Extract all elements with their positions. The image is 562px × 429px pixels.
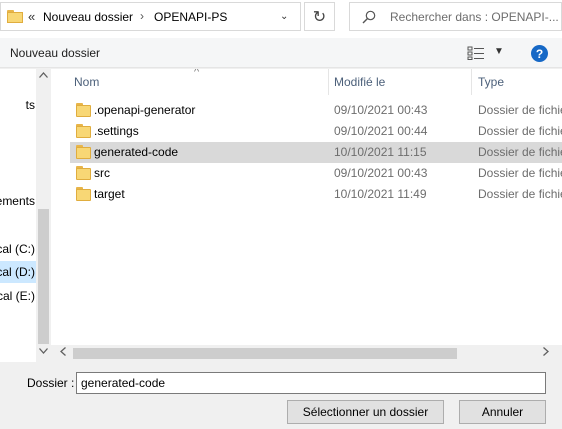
file-modified: 10/10/2021 11:49 [334, 187, 427, 201]
navigation-pane: ts ements cal (C:) cal (D:) cal (E:) [0, 69, 36, 362]
address-bar[interactable]: « Nouveau dossier › OPENAPI-PS ⌄ [0, 2, 301, 31]
horizontal-scrollbar-thumb[interactable] [73, 348, 457, 359]
column-header-type[interactable]: Type [478, 69, 504, 95]
file-type: Dossier de fichiers [478, 103, 562, 117]
list-item[interactable]: target 10/10/2021 11:49 Dossier de fichi… [70, 184, 562, 205]
nav-item-documents[interactable]: ts [0, 94, 36, 116]
nav-scrollbar-thumb[interactable] [38, 209, 49, 344]
file-name: .openapi-generator [94, 103, 196, 117]
list-item[interactable]: src 09/10/2021 00:43 Dossier de fichiers [70, 163, 562, 184]
view-options-icon[interactable] [467, 46, 485, 60]
file-name: target [94, 187, 125, 201]
file-modified: 09/10/2021 00:44 [334, 124, 428, 138]
sort-ascending-icon: ^ [194, 69, 200, 78]
breadcrumb-separator-icon[interactable]: › [140, 9, 144, 23]
breadcrumb-nouveau-dossier[interactable]: Nouveau dossier [43, 10, 133, 24]
horizontal-scrollbar[interactable] [51, 345, 562, 362]
list-item-selected[interactable]: generated-code 10/10/2021 11:15 Dossier … [70, 142, 562, 163]
address-row: « Nouveau dossier › OPENAPI-PS ⌄ ↻ Reche… [0, 0, 562, 38]
dialog-footer: Dossier : Sélectionner un dossier Annule… [0, 362, 562, 429]
folder-name-input[interactable] [76, 372, 546, 394]
folder-icon [76, 103, 91, 117]
column-divider[interactable] [471, 69, 472, 95]
folder-label: Dossier : [27, 376, 75, 390]
help-icon[interactable]: ? [531, 45, 548, 62]
overflow-chevron-icon[interactable]: « [28, 9, 35, 24]
folder-icon [76, 187, 91, 201]
column-divider[interactable] [328, 69, 329, 95]
file-name: .settings [94, 124, 139, 138]
folder-icon [76, 145, 91, 159]
nav-item-drive-d[interactable]: cal (D:) [0, 261, 36, 283]
scroll-up-icon[interactable] [39, 72, 48, 78]
file-modified: 09/10/2021 00:43 [334, 166, 428, 180]
refresh-icon: ↻ [312, 8, 327, 26]
file-type: Dossier de fichiers [478, 166, 562, 180]
folder-icon [7, 10, 23, 23]
address-dropdown-icon[interactable]: ⌄ [280, 11, 288, 22]
cancel-button[interactable]: Annuler [459, 400, 546, 424]
list-item[interactable]: .settings 09/10/2021 00:44 Dossier de fi… [70, 121, 562, 142]
search-icon [362, 10, 376, 24]
column-header-modified[interactable]: Modifié le [334, 69, 385, 95]
column-header-name[interactable]: Nom [74, 69, 99, 95]
list-item[interactable]: .openapi-generator 09/10/2021 00:43 Doss… [70, 100, 562, 121]
folder-icon [76, 124, 91, 138]
nav-item-drive-c[interactable]: cal (C:) [0, 238, 36, 260]
nav-scrollbar[interactable] [36, 69, 51, 362]
file-modified: 10/10/2021 11:15 [334, 145, 427, 159]
folder-icon [76, 166, 91, 180]
scroll-down-icon[interactable] [39, 348, 48, 354]
nav-item-drive-e[interactable]: cal (E:) [0, 285, 36, 307]
toolbar: Nouveau dossier ▼ ? [0, 38, 562, 68]
file-name: generated-code [94, 145, 179, 159]
file-list: ^ Nom Modifié le Type .openapi-generator… [51, 69, 562, 362]
search-placeholder: Rechercher dans : OPENAPI-... [390, 10, 559, 24]
breadcrumb-openapi-ps[interactable]: OPENAPI-PS [154, 10, 227, 24]
search-input[interactable]: Rechercher dans : OPENAPI-... [349, 2, 562, 31]
view-dropdown-icon[interactable]: ▼ [494, 46, 504, 57]
file-name: src [94, 166, 110, 180]
select-folder-button[interactable]: Sélectionner un dossier [287, 400, 444, 424]
file-type: Dossier de fichiers [478, 124, 562, 138]
file-modified: 09/10/2021 00:43 [334, 103, 428, 117]
scroll-left-icon[interactable] [60, 347, 66, 356]
file-type: Dossier de fichiers [478, 187, 562, 201]
file-type: Dossier de fichiers [478, 145, 562, 159]
new-folder-button[interactable]: Nouveau dossier [10, 46, 100, 60]
refresh-button[interactable]: ↻ [304, 2, 335, 31]
nav-item-downloads[interactable]: ements [0, 190, 36, 212]
scroll-right-icon[interactable] [543, 347, 549, 356]
